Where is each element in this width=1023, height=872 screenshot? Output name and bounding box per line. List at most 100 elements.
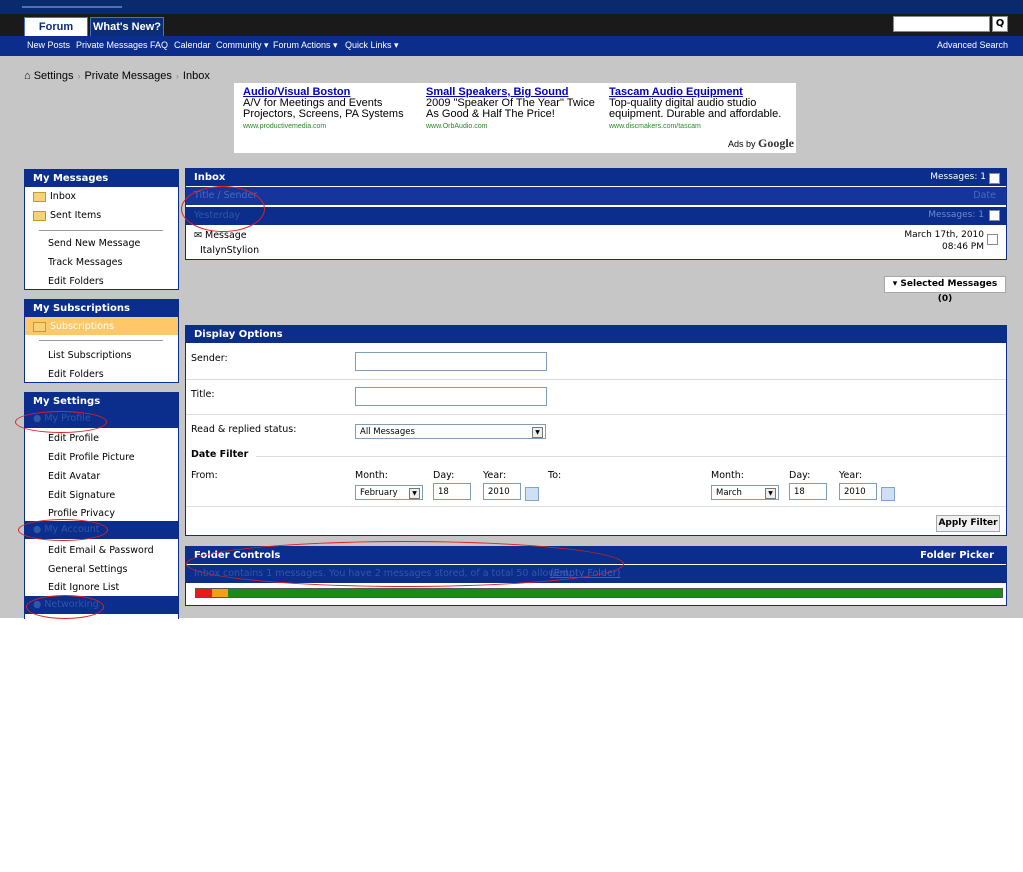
sidebar-item-edit-profile[interactable]: Edit Profile [48, 433, 99, 444]
ad-url[interactable]: www.productivemedia.com [243, 121, 423, 132]
column-date[interactable]: Date [973, 190, 996, 201]
ad-item[interactable]: Tascam Audio Equipment Top-quality digit… [609, 87, 789, 132]
to-day-input[interactable]: 18 [789, 483, 827, 500]
calendar-icon[interactable] [525, 487, 539, 501]
my-messages-block: My Messages Inbox Sent Items Send New Me… [24, 169, 179, 290]
tab-bar: Forum What's New? [0, 14, 1023, 37]
google-logo: Google [758, 136, 794, 150]
sidebar-item-inbox[interactable]: Inbox [33, 191, 76, 202]
sidebar-item-send-new[interactable]: Send New Message [48, 238, 140, 249]
title-input[interactable] [355, 387, 547, 406]
message-sender[interactable]: ItalynStylion [200, 245, 259, 256]
folder-icon [33, 321, 46, 332]
nav-community[interactable]: Community ▾ [216, 40, 269, 51]
networking-text: Networking [44, 599, 99, 610]
inbox-messages-count: Messages: 1 [930, 172, 986, 182]
status-label: Read & replied status: [191, 424, 297, 435]
my-profile-header: ● My Profile [25, 410, 178, 428]
folder-quota-text: Inbox contains 1 messages. You have 2 me… [194, 568, 571, 579]
storage-usage-bar [195, 588, 1003, 598]
sidebar-item-edit-email[interactable]: Edit Email & Password [48, 545, 154, 556]
group-row-yesterday: Yesterday Messages: 1 [186, 207, 1006, 225]
to-month-select[interactable]: March ▼ [711, 485, 779, 500]
my-account-label[interactable]: ● My Account [33, 524, 100, 535]
chevron-down-icon: ▼ [409, 488, 420, 499]
ad-line: equipment. Durable and affordable. [609, 108, 782, 120]
folder-quota-row: Inbox contains 1 messages. You have 2 me… [186, 565, 1006, 583]
ad-url[interactable]: www.discmakers.com/tascam [609, 121, 789, 132]
tab-forum[interactable]: Forum [24, 17, 88, 37]
to-month-value: March [716, 488, 742, 498]
sidebar-item-subscriptions[interactable]: Subscriptions [33, 321, 114, 332]
column-header-row: Title / Sender Date [186, 187, 1006, 205]
message-date: March 17th, 2010 [904, 230, 984, 240]
nav-quick-links[interactable]: Quick Links ▾ [345, 40, 399, 51]
folder-controls-block: Folder Controls Folder Picker Inbox cont… [185, 546, 1007, 606]
message-time: 08:46 PM [942, 242, 984, 252]
group-label[interactable]: Yesterday [194, 210, 240, 221]
sidebar-item-edit-avatar[interactable]: Edit Avatar [48, 471, 100, 482]
sidebar-item-edit-signature[interactable]: Edit Signature [48, 490, 115, 501]
account-icon: ● [33, 524, 42, 535]
sidebar-item-label: Inbox [50, 191, 76, 202]
sidebar-item-track[interactable]: Track Messages [48, 257, 122, 268]
breadcrumb-inbox: Inbox [182, 70, 210, 82]
message-title[interactable]: Message [205, 230, 247, 241]
sidebar-item-edit-folders[interactable]: Edit Folders [48, 369, 104, 380]
divider [186, 414, 1006, 415]
selected-messages-button[interactable]: ▾ Selected Messages (0) [884, 276, 1006, 304]
sender-input[interactable] [355, 352, 547, 371]
my-profile-text: My Profile [44, 413, 91, 424]
ad-item[interactable]: Audio/Visual Boston A/V for Meetings and… [243, 87, 423, 132]
nav-forum-actions[interactable]: Forum Actions ▾ [273, 40, 338, 51]
ad-item[interactable]: Small Speakers, Big Sound 2009 "Speaker … [426, 87, 606, 132]
search-input[interactable] [893, 16, 990, 32]
column-title-sender[interactable]: Title / Sender [194, 190, 257, 201]
nav-private-messages[interactable]: Private Messages [76, 40, 148, 50]
breadcrumb-settings[interactable]: Settings [34, 70, 74, 82]
ad-line: As Good & Half The Price! [426, 108, 555, 120]
to-year-label: Year: [839, 470, 863, 481]
empty-folder-link[interactable]: (Empty Folder) [550, 568, 620, 579]
my-subscriptions-title: My Subscriptions [25, 300, 178, 317]
apply-filter-button[interactable]: Apply Filter [936, 515, 1000, 532]
sidebar-item-ignore-list[interactable]: Edit Ignore List [48, 582, 119, 593]
sidebar-item-general-settings[interactable]: General Settings [48, 564, 127, 575]
tab-whats-new[interactable]: What's New? [90, 17, 164, 37]
ad-url[interactable]: www.OrbAudio.com [426, 121, 606, 132]
sidebar-item-privacy[interactable]: Profile Privacy [48, 508, 115, 519]
breadcrumb-private-messages[interactable]: Private Messages [84, 70, 171, 82]
my-messages-title: My Messages [25, 170, 178, 187]
from-day-input[interactable]: 18 [433, 483, 471, 500]
folder-picker-link[interactable]: Folder Picker [920, 547, 994, 564]
sidebar-item-edit-folders[interactable]: Edit Folders [48, 276, 104, 287]
display-options-title: Display Options [186, 326, 1006, 343]
networking-icon: ● [33, 599, 42, 610]
calendar-icon[interactable] [881, 487, 895, 501]
select-all-checkbox[interactable] [989, 173, 1000, 184]
to-year-input[interactable]: 2010 [839, 483, 877, 500]
search-icon[interactable]: Q [992, 16, 1008, 32]
nav-calendar[interactable]: Calendar [174, 40, 211, 50]
my-profile-label[interactable]: ● My Profile [33, 413, 91, 424]
from-month-select[interactable]: February ▼ [355, 485, 423, 500]
from-label: From: [191, 470, 218, 481]
message-row[interactable]: ✉ Message [194, 230, 247, 241]
from-year-input[interactable]: 2010 [483, 483, 521, 500]
storage-usage-fill [196, 589, 228, 597]
sidebar-item-edit-picture[interactable]: Edit Profile Picture [48, 452, 135, 463]
folder-icon [33, 191, 46, 202]
usage-red [196, 589, 212, 597]
status-select[interactable]: All Messages ▼ [355, 424, 546, 439]
message-checkbox[interactable] [987, 234, 998, 245]
home-icon[interactable]: ⌂ [24, 70, 31, 82]
nav-new-posts[interactable]: New Posts [27, 40, 70, 50]
group-checkbox[interactable] [989, 210, 1000, 221]
display-options-block: Display Options Sender: Title: Read & re… [185, 325, 1007, 536]
ads-by-google[interactable]: Ads by Google [728, 136, 794, 151]
nav-advanced-search[interactable]: Advanced Search [937, 40, 1008, 50]
sidebar-item-list-subscriptions[interactable]: List Subscriptions [48, 350, 132, 361]
sidebar-item-sent[interactable]: Sent Items [33, 210, 101, 221]
nav-faq[interactable]: FAQ [150, 40, 168, 50]
networking-label[interactable]: ● Networking [33, 599, 99, 610]
